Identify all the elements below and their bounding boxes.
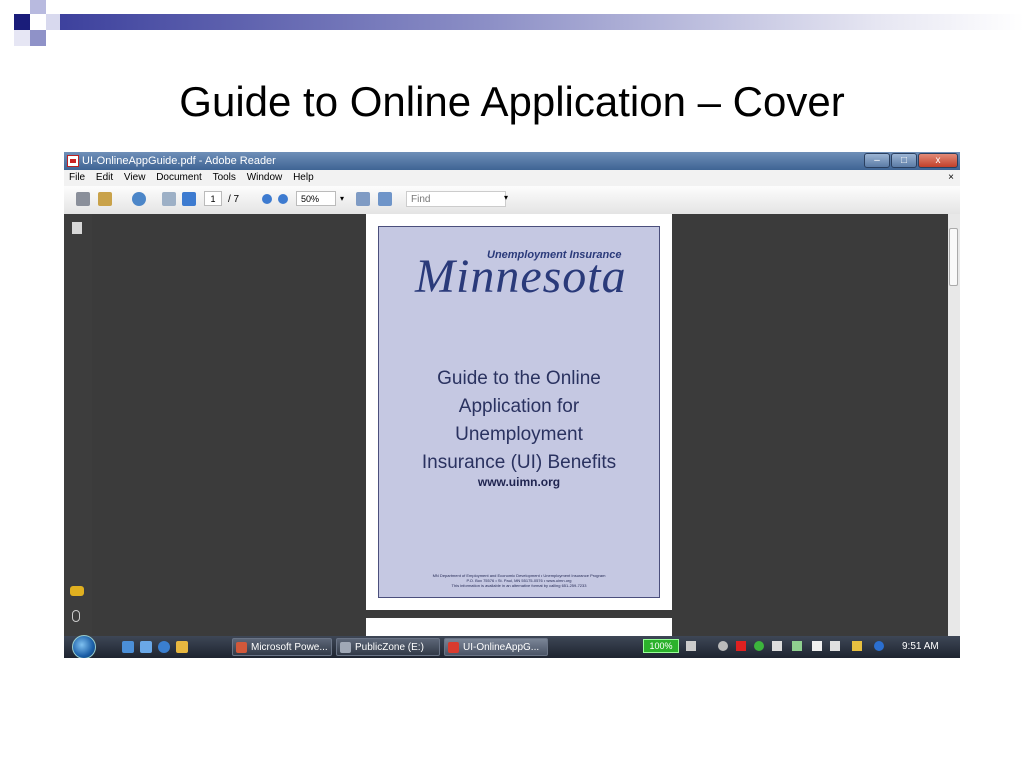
plug-icon[interactable] <box>686 641 696 651</box>
clock[interactable]: 9:51 AM <box>902 636 939 658</box>
quicklaunch-ie-icon[interactable] <box>158 641 170 653</box>
pdf-icon <box>448 642 459 653</box>
slide-title: Guide to Online Application – Cover <box>179 78 845 125</box>
attachment-icon[interactable] <box>72 610 80 622</box>
zoom-in-icon[interactable] <box>278 194 288 204</box>
quicklaunch-desktop-icon[interactable] <box>122 641 134 653</box>
vertical-scrollbar[interactable] <box>948 214 960 636</box>
page-number-input[interactable]: 1 <box>204 191 222 206</box>
guide-line-4: Insurance (UI) Benefits <box>421 452 617 473</box>
cover-panel: Minnesota Unemployment Insurance Guide t… <box>378 226 660 598</box>
scrollbar-thumb[interactable] <box>949 228 958 286</box>
navigation-pane <box>64 214 93 636</box>
pages-icon[interactable] <box>72 222 82 234</box>
close-button[interactable]: x <box>918 153 958 168</box>
powerpoint-icon <box>236 642 247 653</box>
deco-square-1 <box>14 14 30 30</box>
down-arrow-icon[interactable] <box>182 192 196 206</box>
network-icon[interactable] <box>792 641 802 651</box>
fit-icon[interactable] <box>378 192 392 206</box>
menu-window[interactable]: Window <box>247 172 283 183</box>
fine-print: MN Department of Employment and Economic… <box>419 573 619 588</box>
deco-square-3 <box>30 30 46 46</box>
menu-view[interactable]: View <box>124 172 146 183</box>
deco-square-2 <box>30 0 46 14</box>
taskbar: Microsoft Powe... PublicZone (E:) UI-Onl… <box>64 635 960 658</box>
quicklaunch-switch-icon[interactable] <box>140 641 152 653</box>
battery-indicator[interactable]: 100% <box>643 639 679 653</box>
drive-icon <box>340 642 351 653</box>
window-title: UI-OnlineAppGuide.pdf - Adobe Reader <box>82 155 276 167</box>
menu-help[interactable]: Help <box>293 172 314 183</box>
quicklaunch-folder-icon[interactable] <box>176 641 188 653</box>
toolbar: 1 / 7 50% ▾ Find ▾ <box>64 186 960 215</box>
slide-header-bar <box>48 14 1024 30</box>
fine-print-line-3: This information is available in an alte… <box>451 583 587 588</box>
power-icon[interactable] <box>852 641 862 651</box>
page-total: / 7 <box>228 194 240 205</box>
document-area[interactable]: Minnesota Unemployment Insurance Guide t… <box>92 214 948 636</box>
pdf-page: Minnesota Unemployment Insurance Guide t… <box>366 214 672 610</box>
volume-icon[interactable] <box>830 641 840 651</box>
zoom-select[interactable]: 50% <box>296 191 336 206</box>
print-icon[interactable] <box>76 192 90 206</box>
task-label: UI-OnlineAppG... <box>463 642 540 653</box>
flag-icon[interactable] <box>812 641 822 651</box>
deco-square-4 <box>46 14 60 30</box>
zoom-dropdown-icon[interactable]: ▾ <box>340 194 344 210</box>
find-dropdown-icon[interactable]: ▾ <box>504 193 508 202</box>
zoom-out-icon[interactable] <box>262 194 272 204</box>
globe-icon[interactable] <box>132 192 146 206</box>
check-icon[interactable] <box>754 641 764 651</box>
device-icon[interactable] <box>772 641 782 651</box>
menu-edit[interactable]: Edit <box>96 172 113 183</box>
norton-icon[interactable] <box>736 641 746 651</box>
pdf-page-next <box>366 618 672 636</box>
find-input[interactable]: Find <box>406 191 506 207</box>
task-label: Microsoft Powe... <box>251 642 328 653</box>
adobe-reader-window: UI-OnlineAppGuide.pdf - Adobe Reader – □… <box>64 152 960 658</box>
menu-bar: File Edit View Document Tools Window Hel… <box>64 170 960 186</box>
pdf-icon <box>67 155 79 167</box>
minimize-button[interactable]: – <box>864 153 890 168</box>
tray-app-icon[interactable] <box>718 641 728 651</box>
menu-document[interactable]: Document <box>156 172 202 183</box>
website-url: www.uimn.org <box>477 475 561 489</box>
menu-file[interactable]: File <box>69 172 85 183</box>
unemployment-insurance-heading: Unemployment Insurance <box>487 249 622 261</box>
deco-square-5 <box>14 30 30 46</box>
start-icon[interactable] <box>72 635 96 658</box>
guide-line-2: Application for <box>458 396 580 417</box>
save-icon[interactable] <box>356 192 370 206</box>
guide-line-1: Guide to the Online <box>437 368 601 389</box>
bluetooth-icon[interactable] <box>874 641 884 651</box>
task-powerpoint[interactable]: Microsoft Powe... <box>232 638 332 656</box>
guide-title: Guide to the Online Application for Unem… <box>379 365 659 477</box>
document-close-button[interactable]: × <box>948 170 954 186</box>
menu-tools[interactable]: Tools <box>213 172 236 183</box>
window-titlebar: UI-OnlineAppGuide.pdf - Adobe Reader – □… <box>64 152 960 170</box>
task-adobe-reader[interactable]: UI-OnlineAppG... <box>444 638 548 656</box>
maximize-button[interactable]: □ <box>891 153 917 168</box>
task-publiczone[interactable]: PublicZone (E:) <box>336 638 440 656</box>
email-icon[interactable] <box>98 192 112 206</box>
guide-line-3: Unemployment <box>455 424 583 445</box>
task-label: PublicZone (E:) <box>355 642 424 653</box>
up-arrow-icon[interactable] <box>162 192 176 206</box>
comment-icon[interactable] <box>70 586 84 596</box>
